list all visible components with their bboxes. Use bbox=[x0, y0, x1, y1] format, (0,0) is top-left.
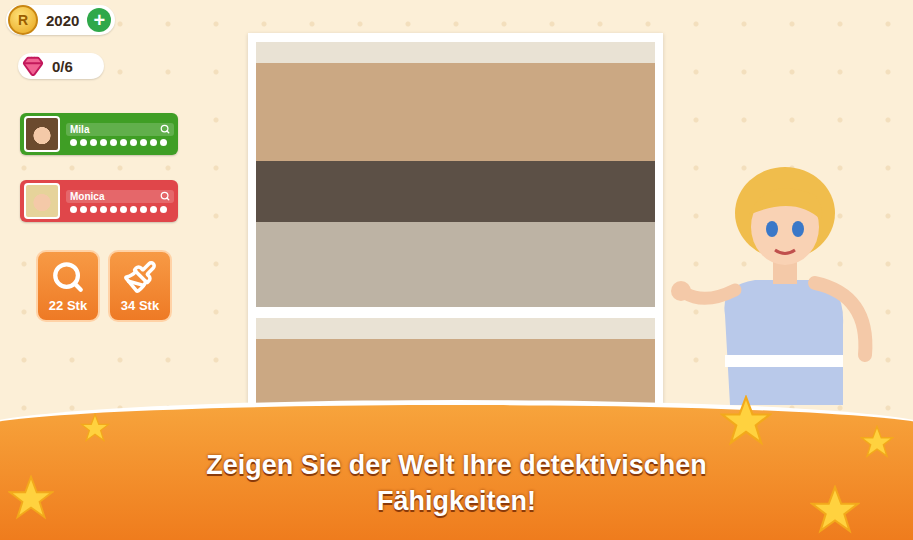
player-card: Monica bbox=[20, 180, 178, 222]
player-avatar bbox=[24, 116, 60, 152]
coin-count: 2020 bbox=[46, 12, 79, 29]
banner-text: Zeigen Sie der Welt Ihre detektivischen bbox=[206, 447, 707, 483]
progress-dots bbox=[66, 139, 174, 146]
progress-dot bbox=[150, 139, 157, 146]
coin-counter: R 2020 + bbox=[6, 5, 115, 35]
coin-icon: R bbox=[8, 5, 38, 35]
progress-dot bbox=[70, 139, 77, 146]
star-icon bbox=[720, 395, 772, 447]
banner-text: Fähigkeiten! bbox=[377, 483, 536, 519]
tool-count: 34 Stk bbox=[121, 298, 159, 313]
progress-dot bbox=[100, 139, 107, 146]
player-name: Monica bbox=[70, 191, 104, 202]
player-info: Mila bbox=[66, 123, 174, 146]
brush-button[interactable]: 34 Stk bbox=[108, 250, 172, 322]
progress-dot bbox=[130, 139, 137, 146]
brush-icon bbox=[123, 260, 157, 294]
progress-dot bbox=[120, 139, 127, 146]
progress-dot bbox=[130, 206, 137, 213]
progress-dots bbox=[66, 206, 174, 213]
progress-dot bbox=[90, 139, 97, 146]
tool-count: 22 Stk bbox=[49, 298, 87, 313]
gem-icon bbox=[22, 55, 44, 77]
tool-bar: 22 Stk 34 Stk bbox=[36, 250, 172, 322]
promo-banner: Zeigen Sie der Welt Ihre detektivischenF… bbox=[0, 400, 913, 540]
star-icon bbox=[80, 413, 110, 443]
player-info: Monica bbox=[66, 190, 174, 213]
progress-dot bbox=[160, 139, 167, 146]
progress-dot bbox=[150, 206, 157, 213]
progress-dot bbox=[110, 139, 117, 146]
progress-dot bbox=[90, 206, 97, 213]
star-icon bbox=[8, 475, 54, 521]
player-header: Mila bbox=[66, 123, 174, 136]
progress-dot bbox=[80, 139, 87, 146]
star-icon bbox=[810, 485, 860, 535]
gem-counter: 0/6 bbox=[18, 53, 104, 79]
add-coins-button[interactable]: + bbox=[87, 8, 111, 32]
player-card: Mila bbox=[20, 113, 178, 155]
hint-button[interactable]: 22 Stk bbox=[36, 250, 100, 322]
progress-dot bbox=[120, 206, 127, 213]
magnifier-icon bbox=[51, 260, 85, 294]
original-photo[interactable] bbox=[256, 42, 655, 307]
progress-dot bbox=[110, 206, 117, 213]
star-icon bbox=[860, 425, 894, 459]
progress-dot bbox=[80, 206, 87, 213]
search-icon bbox=[160, 191, 170, 201]
progress-dot bbox=[160, 206, 167, 213]
gem-count: 0/6 bbox=[52, 58, 73, 75]
player-name: Mila bbox=[70, 124, 89, 135]
progress-dot bbox=[140, 206, 147, 213]
player-header: Monica bbox=[66, 190, 174, 203]
game-screen: R 2020 +0/6 Mila Monica 22 Stk 34 Stk Zeigen Si… bbox=[0, 0, 913, 540]
progress-dot bbox=[70, 206, 77, 213]
progress-dot bbox=[100, 206, 107, 213]
player-avatar bbox=[24, 183, 60, 219]
search-icon bbox=[160, 124, 170, 134]
guide-character bbox=[665, 165, 905, 405]
progress-dot bbox=[140, 139, 147, 146]
